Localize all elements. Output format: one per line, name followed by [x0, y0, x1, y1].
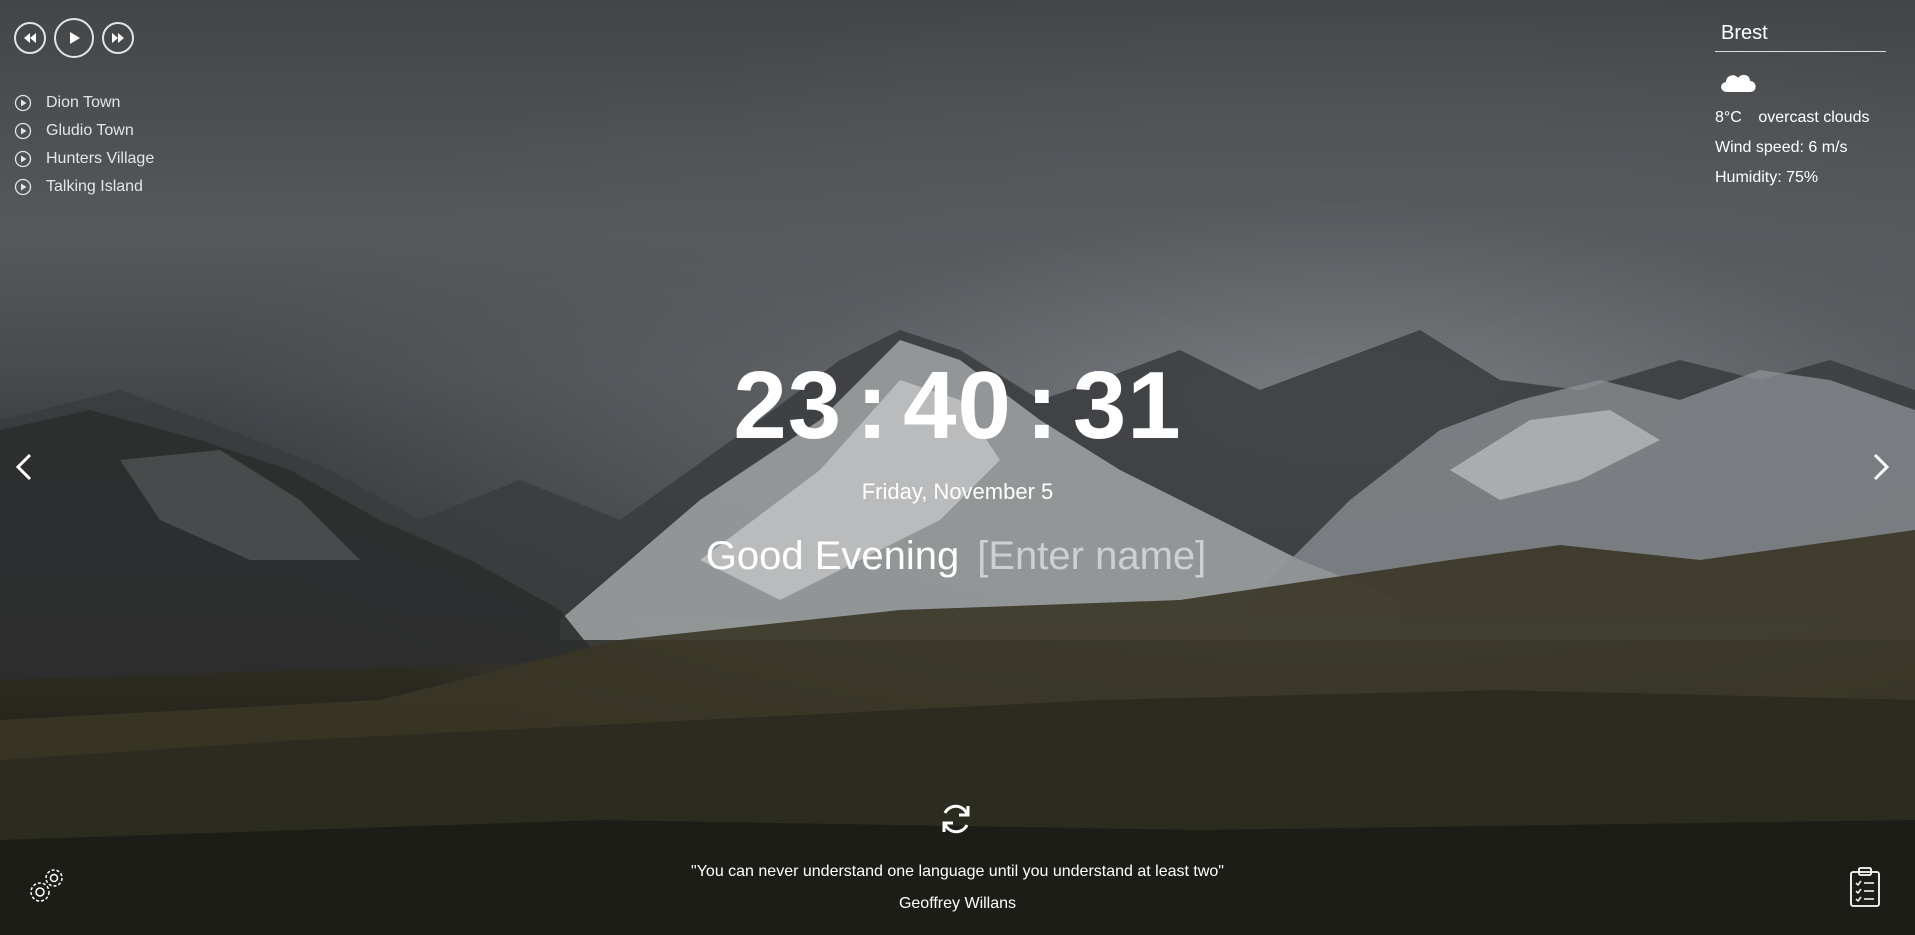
playlist-item[interactable]: Dion Town: [14, 89, 154, 117]
temperature: 8°C: [1715, 109, 1742, 126]
cloud-icon: [1721, 74, 1756, 92]
clock-seconds: 31: [1072, 352, 1182, 459]
name-input[interactable]: [977, 534, 1210, 579]
weather-temperature-line: 8°C overcast clouds: [1715, 109, 1886, 131]
playlist: Dion Town Gludio Town Hunters Village Ta…: [14, 89, 154, 201]
clipboard-checklist-icon[interactable]: [1849, 866, 1881, 908]
play-circle-icon: [14, 94, 32, 112]
clock-separator: :: [856, 352, 890, 459]
date: Friday, November 5: [861, 479, 1054, 504]
background-image: [0, 0, 1915, 935]
mountain-landscape: [0, 330, 1915, 935]
play-circle-icon: [14, 178, 32, 196]
chevron-left-icon[interactable]: [13, 452, 35, 482]
weather-widget: 8°C overcast clouds Wind speed: 6 m/s Hu…: [1715, 18, 1886, 191]
chevron-right-icon[interactable]: [1870, 452, 1892, 482]
quote-text: "You can never understand one language u…: [691, 863, 1224, 880]
playlist-item[interactable]: Hunters Village: [14, 145, 154, 173]
refresh-icon[interactable]: [937, 800, 975, 838]
rewind-button[interactable]: [14, 22, 46, 54]
quote-author: Geoffrey Willans: [898, 895, 1017, 912]
playlist-item-title: Hunters Village: [46, 150, 155, 167]
playlist-item-title: Dion Town: [46, 94, 121, 111]
city-input[interactable]: [1715, 18, 1886, 52]
audio-player: [14, 18, 134, 58]
greeting: Good Evening: [0, 534, 1915, 579]
wind-speed: Wind speed: 6 m/s: [1715, 139, 1848, 156]
greeting-text: Good Evening: [705, 534, 960, 578]
playlist-item-title: Gludio Town: [46, 122, 134, 139]
play-icon: [70, 32, 80, 44]
fast-forward-icon: [112, 33, 124, 43]
play-circle-icon: [14, 150, 32, 168]
playlist-item-title: Talking Island: [46, 178, 143, 195]
playlist-item[interactable]: Talking Island: [14, 173, 154, 201]
play-button[interactable]: [54, 18, 94, 58]
weather-description: overcast clouds: [1758, 109, 1870, 126]
rewind-icon: [24, 33, 36, 43]
gears-icon[interactable]: [24, 864, 68, 908]
clock: 23:40:31: [0, 356, 1915, 456]
clock-separator: :: [1025, 352, 1059, 459]
play-circle-icon: [14, 122, 32, 140]
humidity: Humidity: 75%: [1715, 169, 1819, 186]
fast-forward-button[interactable]: [102, 22, 134, 54]
clock-minutes: 40: [903, 352, 1012, 459]
playlist-item[interactable]: Gludio Town: [14, 117, 154, 145]
clock-hours: 23: [733, 352, 843, 459]
